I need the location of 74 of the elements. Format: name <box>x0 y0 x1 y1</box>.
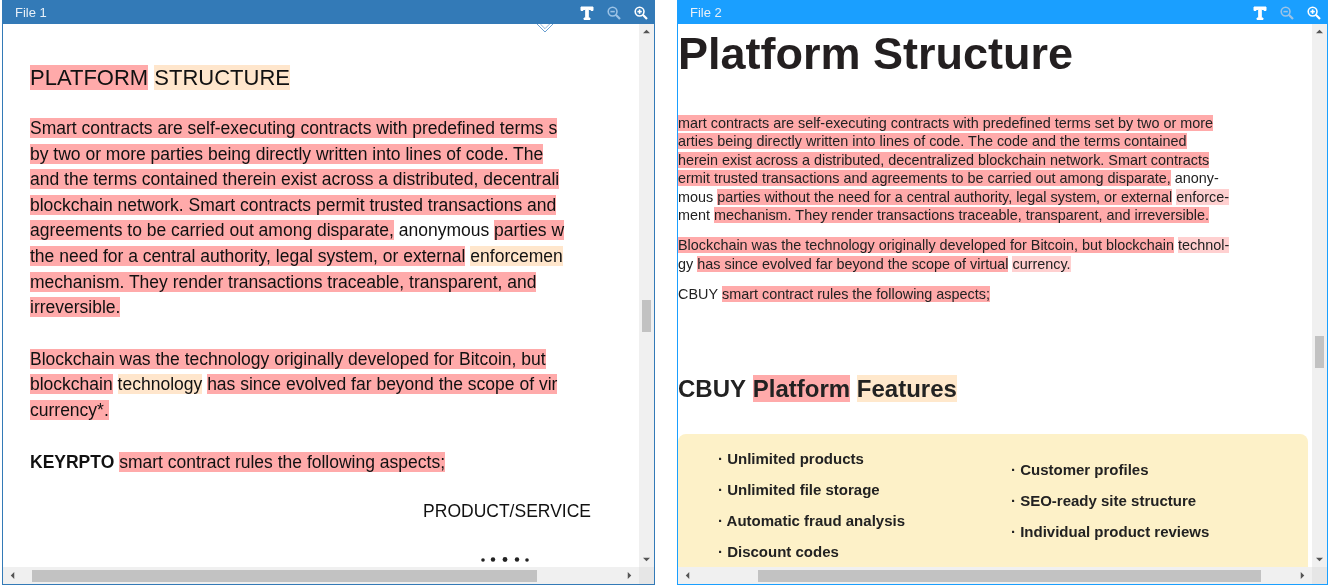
heading-text: Platform Structure <box>678 28 1074 79</box>
feature-item: · Unlimited file storage <box>718 479 881 500</box>
highlighted-text: has since evolved far beyond the scope of virtual <box>697 255 1009 272</box>
scrollbar-thumb[interactable] <box>1315 335 1324 368</box>
zoom-in-icon[interactable] <box>1307 5 1321 20</box>
scroll-up-icon[interactable] <box>642 28 651 35</box>
text-run: anony- <box>1174 170 1219 187</box>
feature-item: · Discount codes <box>718 541 840 562</box>
highlighted-text: has since evolved far beyond the scope of vir <box>207 374 558 395</box>
highlighted-text: technol- <box>1178 237 1230 254</box>
panel-title: File 2 <box>690 5 722 20</box>
highlighted-text: herein exist across a distributed, decentralized blockchain network. Smart contracts <box>678 151 1210 168</box>
scrollbar-thumb[interactable] <box>32 569 537 582</box>
text-run: KEYRPTO <box>30 451 115 472</box>
highlighted-text: smart contract rules the following aspects; <box>119 451 445 472</box>
horizontal-scrollbar[interactable] <box>3 567 639 584</box>
highlighted-text: mart contracts are self-executing contracts with predefined terms set by two or more <box>678 115 1214 131</box>
highlighted-text: mechanism. They render transactions traceable, transparent, and <box>30 271 537 292</box>
dots-drawing <box>481 557 529 562</box>
highlighted-text: Blockchain was the technology originally developed for Bitcoin, but blockchain <box>678 237 1174 254</box>
highlighted-text: smart contract rules the following aspects; <box>722 286 990 303</box>
text-tool-icon[interactable] <box>1253 5 1267 20</box>
highlighted-text: parties without the need for a central authority, legal system, or external <box>717 188 1173 205</box>
highlighted-text: ermit trusted transactions and agreements to be carried out among disparate, <box>678 170 1171 187</box>
highlighted-text: and the terms contained therein exist across a distributed, decentrali <box>30 169 560 190</box>
highlighted-text: Blockchain was the technology originally developed for Bitcoin, but <box>30 348 546 369</box>
highlighted-heading-text: Features <box>856 374 957 402</box>
zoom-in-icon[interactable] <box>634 5 648 20</box>
feature-item: · Automatic fraud analysis <box>718 510 906 531</box>
feature-item: · Unlimited products <box>718 448 865 469</box>
text-run: CBUY <box>678 286 718 303</box>
highlighted-text: by two or more parties being directly written into lines of code. The <box>30 143 544 164</box>
text-run: anonymous <box>398 220 490 241</box>
highlighted-text: Smart contracts are self-executing contracts with predefined terms s <box>30 118 558 138</box>
scrollbar-thumb[interactable] <box>758 569 1261 582</box>
vertical-scrollbar[interactable] <box>1312 24 1327 567</box>
vertical-scrollbar[interactable] <box>639 24 654 567</box>
text-run: PRODUCT/SERVICE <box>423 501 591 522</box>
highlighted-heading-text: Platform <box>752 374 851 402</box>
scroll-down-icon[interactable] <box>1315 556 1324 563</box>
feature-item: · SEO-ready site structure <box>1011 490 1198 511</box>
scroll-up-icon[interactable] <box>1315 28 1324 35</box>
highlighted-text: irreversible. <box>30 297 121 318</box>
feature-item: · Individual product reviews <box>1011 521 1211 542</box>
panel-title: File 1 <box>15 5 47 20</box>
highlighted-text: enforce- <box>1176 188 1229 205</box>
highlighted-text: currency*. <box>30 399 109 420</box>
text-tool-icon[interactable] <box>580 5 594 20</box>
text-run: ment <box>678 207 710 224</box>
highlighted-text: arties being directly written into lines of code. The code and the terms contained <box>678 133 1187 150</box>
scroll-right-icon[interactable] <box>626 571 633 580</box>
highlighted-text: agreements to be carried out among disparate, <box>30 220 394 241</box>
scroll-left-icon[interactable] <box>9 571 16 580</box>
highlighted-text: the need for a central authority, legal system, or external <box>30 245 466 266</box>
highlighted-text: parties w <box>494 220 565 241</box>
text-run: mous <box>678 188 714 205</box>
feature-item: · Customer profiles <box>1011 459 1150 480</box>
scroll-down-icon[interactable] <box>642 556 651 563</box>
scrollbar-thumb[interactable] <box>642 299 651 332</box>
text-run: gy <box>678 255 694 272</box>
heading-text: CBUY <box>678 374 746 402</box>
highlighted-text: currency. <box>1012 255 1071 272</box>
horizontal-scrollbar[interactable] <box>678 567 1312 584</box>
highlighted-heading-text: STRUCTURE <box>154 65 290 90</box>
scroll-right-icon[interactable] <box>1299 571 1306 580</box>
scroll-left-icon[interactable] <box>684 571 691 580</box>
scrollbar-corner <box>1312 567 1327 584</box>
highlighted-text: blockchain network. Smart contracts permit trusted transactions and <box>30 194 557 215</box>
highlighted-heading-text: PLATFORM <box>30 65 149 90</box>
highlighted-text: mechanism. They render transactions traceable, transparent, and irreversible. <box>714 207 1209 224</box>
scrollbar-corner <box>639 567 654 584</box>
highlighted-text: enforcemen <box>470 245 563 266</box>
highlighted-text: technology <box>117 374 203 395</box>
highlighted-text: blockchain <box>30 374 113 395</box>
